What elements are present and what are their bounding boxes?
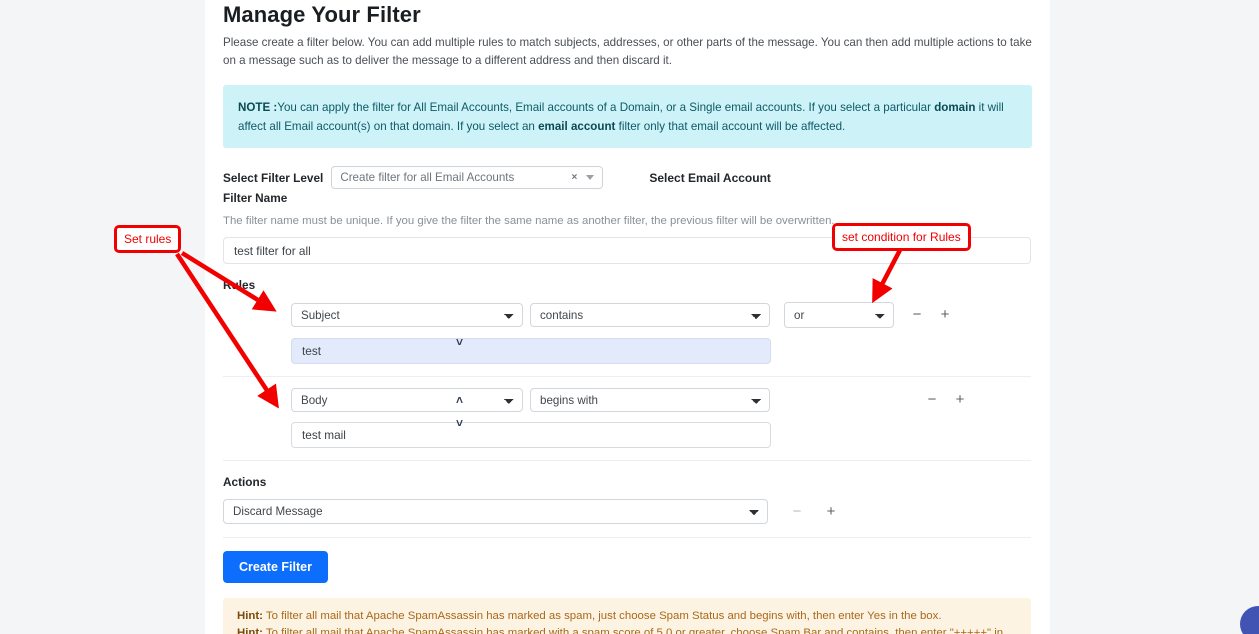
page-root: Manage Your Filter Please create a filte… — [0, 0, 1259, 634]
hint-label-2: Hint: — [237, 627, 263, 634]
move-rule-up-icon-2[interactable]: ˄ — [456, 395, 463, 405]
rule-separator-2 — [223, 460, 1031, 461]
filter-card: Manage Your Filter Please create a filte… — [205, 0, 1050, 634]
rules-list: SubjectFromToCcBodySpam StatusSpam BarSp… — [223, 302, 1032, 461]
add-action-button[interactable]: + — [824, 505, 838, 519]
note-bold-email-account: email account — [538, 120, 615, 133]
remove-rule-button-2[interactable]: − — [925, 393, 939, 407]
remove-rule-button-1[interactable]: − — [910, 308, 924, 322]
rule-separator-1 — [223, 376, 1031, 377]
move-rule-down-icon-2[interactable]: ˅ — [456, 418, 463, 428]
clear-icon[interactable]: × — [571, 172, 577, 183]
chat-widget-button[interactable] — [1240, 606, 1259, 634]
email-account-label: Select Email Account — [649, 171, 771, 185]
hint-label-1: Hint: — [237, 610, 263, 622]
rule-value-input-1[interactable] — [291, 338, 771, 364]
hint-banner: Hint: To filter all mail that Apache Spa… — [223, 598, 1031, 634]
annotation-set-rules: Set rules — [114, 225, 181, 253]
filter-name-label: Filter Name — [223, 191, 287, 205]
chevron-down-icon[interactable] — [586, 175, 594, 180]
note-text-1: You can apply the filter for All Email A… — [277, 101, 934, 114]
remove-action-button[interactable]: − — [790, 505, 804, 519]
action-select[interactable]: Discard MessageRedirect to emailFail wit… — [223, 499, 768, 524]
hint-text-2: To filter all mail that Apache SpamAssas… — [237, 627, 1003, 634]
hint-text-1: To filter all mail that Apache SpamAssas… — [266, 610, 942, 622]
filter-level-row: Select Filter Level Create filter for al… — [223, 166, 1032, 189]
note-banner: NOTE :You can apply the filter for All E… — [223, 85, 1032, 148]
rule-operator-select-1[interactable]: containsmatches regexdoes not containequ… — [530, 303, 770, 327]
rules-label: Rules — [223, 278, 1032, 292]
rule-join-select-1[interactable]: orand — [784, 302, 894, 328]
rule-field-select-1[interactable]: SubjectFromToCcBodySpam StatusSpam BarSp… — [291, 303, 523, 327]
filter-level-select[interactable]: Create filter for all Email Accounts × — [331, 166, 603, 189]
page-title: Manage Your Filter — [223, 0, 1032, 30]
move-rule-down-icon-1[interactable]: ˅ — [456, 337, 463, 347]
rule-row-1: SubjectFromToCcBodySpam StatusSpam BarSp… — [223, 302, 1032, 377]
note-bold-domain: domain — [934, 101, 975, 114]
rule-controls-2: SubjectFromToCcBodySpam StatusSpam BarSp… — [223, 388, 1032, 412]
rule-operator-select-2[interactable]: containsmatches regexdoes not containequ… — [530, 388, 770, 412]
create-filter-button[interactable]: Create Filter — [223, 551, 328, 583]
action-row: Discard MessageRedirect to emailFail wit… — [223, 499, 1032, 524]
actions-label: Actions — [223, 475, 1032, 489]
hint-line-2: Hint: To filter all mail that Apache Spa… — [237, 625, 1017, 634]
annotation-set-condition: set condition for Rules — [832, 223, 971, 251]
rule-field-select-2[interactable]: SubjectFromToCcBodySpam StatusSpam BarSp… — [291, 388, 523, 412]
note-text-3: filter only that email account will be a… — [615, 120, 845, 133]
filter-level-selected-value: Create filter for all Email Accounts — [340, 171, 571, 184]
rule-value-input-2[interactable] — [291, 422, 771, 448]
add-rule-button-2[interactable]: + — [953, 393, 967, 407]
add-rule-button-1[interactable]: + — [938, 308, 952, 322]
rule-controls-1: SubjectFromToCcBodySpam StatusSpam BarSp… — [223, 302, 1032, 328]
filter-level-label: Select Filter Level — [223, 171, 323, 185]
note-label: NOTE : — [238, 101, 277, 114]
actions-separator — [223, 537, 1031, 538]
rule-row-2: SubjectFromToCcBodySpam StatusSpam BarSp… — [223, 388, 1032, 461]
hint-line-1: Hint: To filter all mail that Apache Spa… — [237, 608, 1017, 625]
page-description: Please create a filter below. You can ad… — [223, 34, 1032, 70]
